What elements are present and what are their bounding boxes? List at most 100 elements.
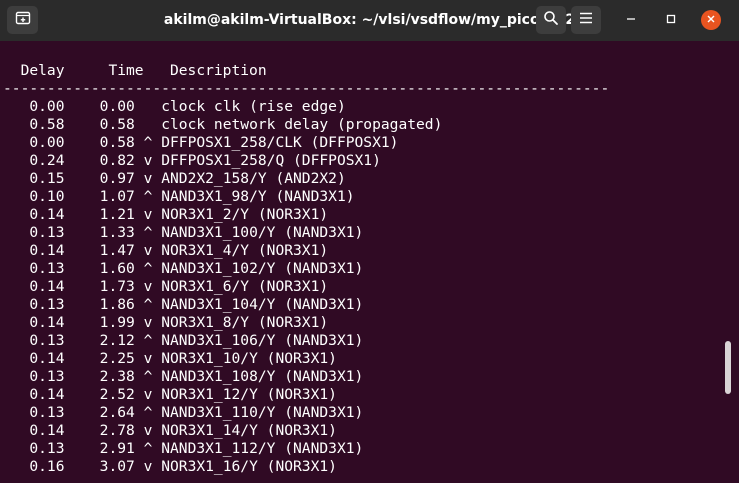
timing-row: 0.13 2.38 ^ NAND3X1_108/Y (NAND3X1) bbox=[3, 368, 363, 386]
row-description: NOR3X1_4/Y (NOR3X1) bbox=[161, 242, 329, 259]
terminal-output[interactable]: Delay Time Description -----------------… bbox=[0, 41, 722, 483]
row-time: 1.07 bbox=[99, 188, 135, 205]
row-time: 2.91 bbox=[99, 440, 135, 457]
row-time: 0.58 bbox=[99, 116, 135, 133]
row-time: 0.58 bbox=[99, 134, 135, 151]
search-icon bbox=[543, 10, 559, 31]
scrollbar-track[interactable] bbox=[722, 41, 739, 483]
separator-line: ----------------------------------------… bbox=[3, 80, 610, 97]
row-description: NOR3X1_10/Y (NOR3X1) bbox=[161, 350, 337, 367]
timing-row: 0.24 0.82 v DFFPOSX1_258/Q (DFFPOSX1) bbox=[3, 152, 381, 170]
row-delay: 0.24 bbox=[29, 152, 65, 169]
row-time: 2.38 bbox=[99, 368, 135, 385]
row-time: 2.25 bbox=[99, 350, 135, 367]
timing-row: 0.13 2.64 ^ NAND3X1_110/Y (NAND3X1) bbox=[3, 404, 363, 422]
minimize-icon bbox=[626, 11, 636, 29]
row-delay: 0.58 bbox=[29, 116, 65, 133]
timing-row: 0.14 2.52 v NOR3X1_12/Y (NOR3X1) bbox=[3, 386, 337, 404]
row-delay: 0.13 bbox=[29, 260, 65, 277]
maximize-button[interactable] bbox=[661, 10, 681, 30]
row-time: 2.12 bbox=[99, 332, 135, 349]
row-delay: 0.13 bbox=[29, 440, 65, 457]
row-delay: 0.13 bbox=[29, 224, 65, 241]
timing-row: 0.14 1.21 v NOR3X1_2/Y (NOR3X1) bbox=[3, 206, 328, 224]
row-time: 3.07 bbox=[99, 458, 135, 475]
row-description: NOR3X1_12/Y (NOR3X1) bbox=[161, 386, 337, 403]
maximize-icon bbox=[666, 11, 676, 29]
title-bar[interactable]: akilm@akilm-VirtualBox: ~/vlsi/vsdflow/m… bbox=[0, 0, 739, 41]
header-row: Delay Time Description bbox=[3, 62, 267, 80]
row-time: 2.64 bbox=[99, 404, 135, 421]
minimize-button[interactable] bbox=[621, 10, 641, 30]
header-time: Time bbox=[108, 62, 144, 79]
row-description: NOR3X1_16/Y (NOR3X1) bbox=[161, 458, 337, 475]
close-icon bbox=[706, 11, 716, 29]
row-description: DFFPOSX1_258/Q (DFFPOSX1) bbox=[161, 152, 381, 169]
row-time: 0.82 bbox=[99, 152, 135, 169]
timing-row: 0.14 2.25 v NOR3X1_10/Y (NOR3X1) bbox=[3, 350, 337, 368]
row-delay: 0.10 bbox=[29, 188, 65, 205]
row-time: 2.78 bbox=[99, 422, 135, 439]
row-delay: 0.15 bbox=[29, 170, 65, 187]
timing-row: 0.00 0.58 ^ DFFPOSX1_258/CLK (DFFPOSX1) bbox=[3, 134, 398, 152]
row-delay: 0.13 bbox=[29, 332, 65, 349]
row-delay: 0.13 bbox=[29, 368, 65, 385]
row-description: DFFPOSX1_258/CLK (DFFPOSX1) bbox=[161, 134, 399, 151]
row-delay: 0.16 bbox=[29, 458, 65, 475]
row-description: NOR3X1_8/Y (NOR3X1) bbox=[161, 314, 329, 331]
row-delay: 0.14 bbox=[29, 242, 65, 259]
timing-row: 0.14 1.47 v NOR3X1_4/Y (NOR3X1) bbox=[3, 242, 328, 260]
row-description: NAND3X1_100/Y (NAND3X1) bbox=[161, 224, 364, 241]
search-button[interactable] bbox=[536, 6, 566, 34]
timing-row: 0.14 1.99 v NOR3X1_8/Y (NOR3X1) bbox=[3, 314, 328, 332]
row-description: clock network delay (propagated) bbox=[161, 116, 443, 133]
row-description: NAND3X1_112/Y (NAND3X1) bbox=[161, 440, 364, 457]
timing-row: 0.15 0.97 v AND2X2_158/Y (AND2X2) bbox=[3, 170, 346, 188]
timing-row: 0.14 1.73 v NOR3X1_6/Y (NOR3X1) bbox=[3, 278, 328, 296]
terminal-window: akilm@akilm-VirtualBox: ~/vlsi/vsdflow/m… bbox=[0, 0, 739, 483]
header-delay: Delay bbox=[20, 62, 65, 79]
row-delay: 0.14 bbox=[29, 278, 65, 295]
row-description: NAND3X1_102/Y (NAND3X1) bbox=[161, 260, 364, 277]
row-description: AND2X2_158/Y (AND2X2) bbox=[161, 170, 346, 187]
row-delay: 0.14 bbox=[29, 422, 65, 439]
row-time: 1.86 bbox=[99, 296, 135, 313]
row-time: 0.00 bbox=[99, 98, 135, 115]
scrollbar-thumb[interactable] bbox=[725, 341, 731, 394]
row-description: NAND3X1_108/Y (NAND3X1) bbox=[161, 368, 364, 385]
row-delay: 0.14 bbox=[29, 350, 65, 367]
row-delay: 0.00 bbox=[29, 134, 65, 151]
row-description: NOR3X1_6/Y (NOR3X1) bbox=[161, 278, 329, 295]
row-delay: 0.13 bbox=[29, 404, 65, 421]
row-description: NOR3X1_14/Y (NOR3X1) bbox=[161, 422, 337, 439]
row-time: 1.47 bbox=[99, 242, 135, 259]
row-time: 1.21 bbox=[99, 206, 135, 223]
hamburger-menu-icon bbox=[579, 11, 593, 29]
new-tab-icon bbox=[15, 10, 31, 31]
row-time: 1.60 bbox=[99, 260, 135, 277]
timing-row: 0.13 1.86 ^ NAND3X1_104/Y (NAND3X1) bbox=[3, 296, 363, 314]
row-delay: 0.14 bbox=[29, 206, 65, 223]
row-delay: 0.14 bbox=[29, 386, 65, 403]
timing-row: 0.10 1.07 ^ NAND3X1_98/Y (NAND3X1) bbox=[3, 188, 355, 206]
row-description: NAND3X1_106/Y (NAND3X1) bbox=[161, 332, 364, 349]
row-time: 1.99 bbox=[99, 314, 135, 331]
timing-row: 0.14 2.78 v NOR3X1_14/Y (NOR3X1) bbox=[3, 422, 337, 440]
row-delay: 0.14 bbox=[29, 314, 65, 331]
row-delay: 0.00 bbox=[29, 98, 65, 115]
close-button[interactable] bbox=[701, 10, 721, 30]
row-description: NAND3X1_110/Y (NAND3X1) bbox=[161, 404, 364, 421]
new-tab-button[interactable] bbox=[7, 6, 38, 34]
menu-button[interactable] bbox=[571, 6, 601, 34]
timing-row: 0.13 1.60 ^ NAND3X1_102/Y (NAND3X1) bbox=[3, 260, 363, 278]
row-description: clock clk (rise edge) bbox=[161, 98, 346, 115]
row-time: 1.33 bbox=[99, 224, 135, 241]
header-description: Description bbox=[169, 62, 267, 79]
timing-row: 0.13 2.91 ^ NAND3X1_112/Y (NAND3X1) bbox=[3, 440, 363, 458]
row-description: NAND3X1_104/Y (NAND3X1) bbox=[161, 296, 364, 313]
timing-row: 0.13 2.12 ^ NAND3X1_106/Y (NAND3X1) bbox=[3, 332, 363, 350]
row-description: NAND3X1_98/Y (NAND3X1) bbox=[161, 188, 355, 205]
timing-row: 0.16 3.07 v NOR3X1_16/Y (NOR3X1) bbox=[3, 458, 337, 476]
timing-row: 0.58 0.58 clock network delay (propagate… bbox=[3, 116, 442, 134]
row-time: 0.97 bbox=[99, 170, 135, 187]
